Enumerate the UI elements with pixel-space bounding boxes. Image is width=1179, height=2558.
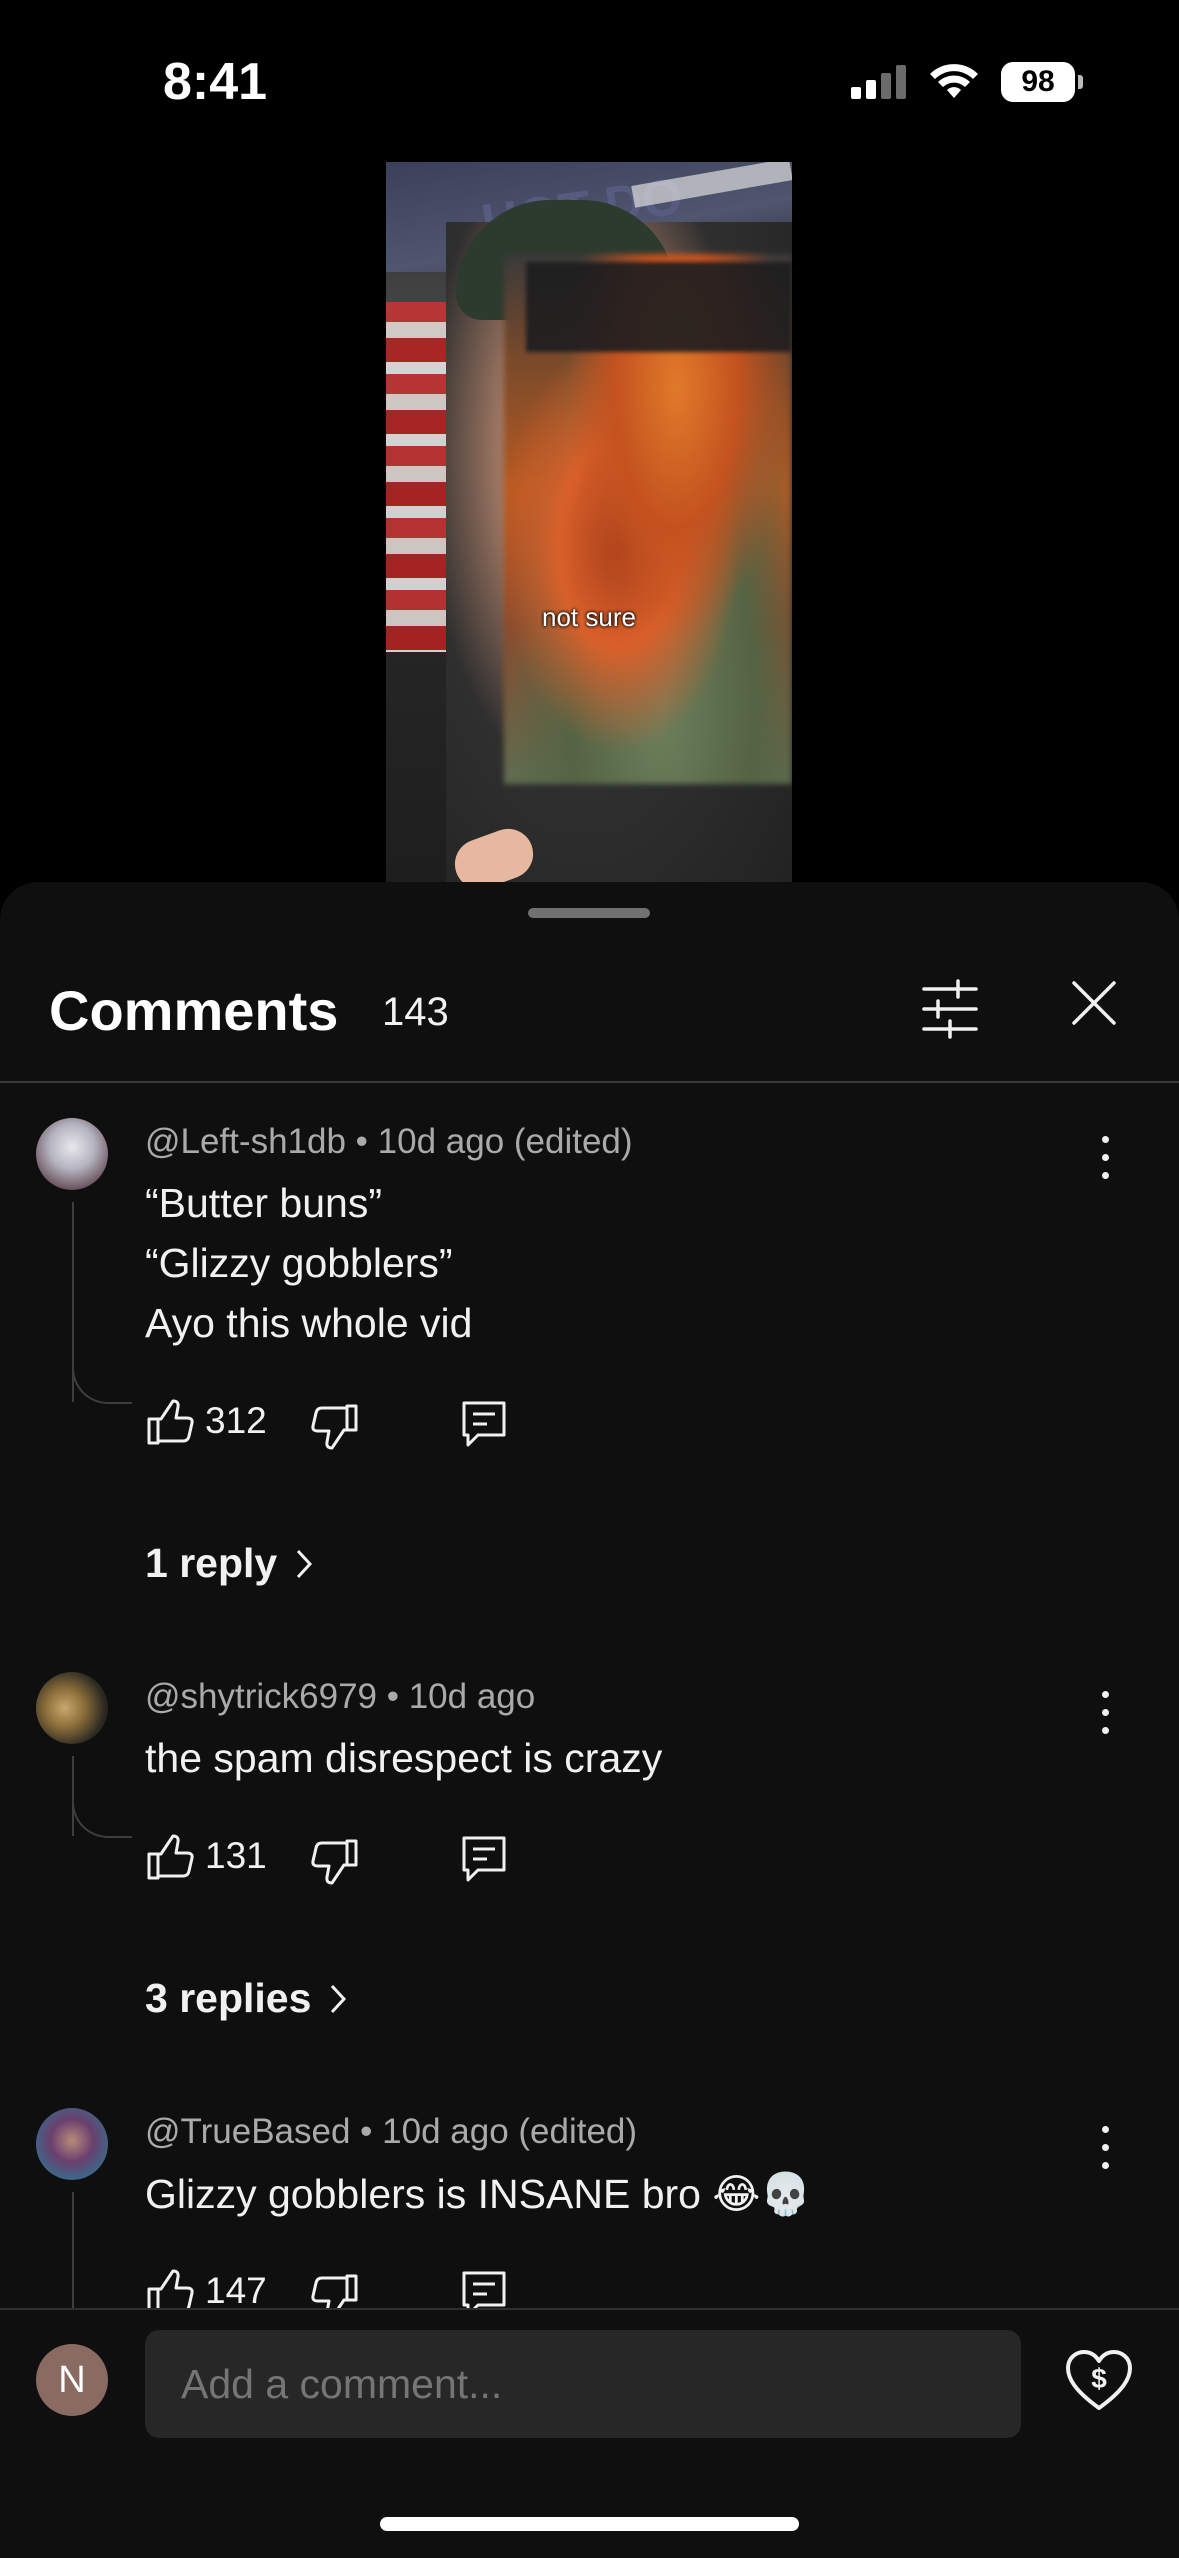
status-icons: 98 (851, 62, 1083, 102)
meta-separator: • (350, 2112, 383, 2151)
thanks-icon[interactable]: $ (1064, 2348, 1134, 2414)
signal-icon (851, 65, 906, 99)
comment-meta: @shytrick6979 • 10d ago (145, 1677, 535, 1717)
reply-icon[interactable] (460, 1399, 510, 1449)
replies-label: 3 replies (145, 1975, 312, 2021)
user-avatar[interactable]: N (36, 2344, 108, 2416)
comment-author[interactable]: @TrueBased (145, 2112, 350, 2151)
more-icon[interactable] (1092, 2120, 1118, 2174)
comment-text-line: Ayo this whole vid (145, 1300, 473, 1346)
thread-line (72, 2192, 74, 2312)
svg-text:$: $ (1091, 2363, 1107, 2394)
dislike-icon[interactable] (310, 1402, 360, 1452)
comment-text-line: Glizzy gobblers is INSANE bro 😂💀 (145, 2171, 812, 2217)
close-icon[interactable] (1070, 979, 1118, 1027)
header-divider (0, 1081, 1179, 1083)
chevron-right-icon (331, 1984, 347, 2013)
comment-author[interactable]: @Left-sh1db (145, 1122, 346, 1161)
comment-time: 10d ago (edited) (377, 1122, 633, 1161)
replies-link[interactable]: 3 replies (145, 1975, 347, 2022)
avatar[interactable] (36, 1118, 108, 1190)
battery-icon: 98 (1001, 62, 1083, 102)
avatar[interactable] (36, 1672, 108, 1744)
video-player[interactable]: HOT DO not sure (386, 162, 792, 884)
comment-meta: @TrueBased • 10d ago (edited) (145, 2112, 637, 2152)
like-icon[interactable] (145, 1397, 195, 1447)
more-icon[interactable] (1092, 1130, 1118, 1184)
comments-title: Comments (49, 979, 339, 1042)
thread-curve (72, 1362, 132, 1404)
like-count: 312 (205, 1400, 267, 1441)
comment-text-line: “Glizzy gobblers” (145, 1240, 453, 1286)
like-count: 131 (205, 1835, 267, 1876)
meta-separator: • (345, 1122, 378, 1161)
avatar[interactable] (36, 2108, 108, 2180)
home-indicator[interactable] (380, 2517, 799, 2531)
comment-meta: @Left-sh1db • 10d ago (edited) (145, 1122, 633, 1162)
comment-time: 10d ago (408, 1677, 536, 1716)
chevron-right-icon (297, 1549, 313, 1578)
comment-author[interactable]: @shytrick6979 (145, 1677, 377, 1716)
reply-icon[interactable] (460, 1834, 510, 1884)
like-count: 147 (205, 2270, 267, 2311)
comments-count: 143 (382, 990, 449, 1034)
replies-label: 1 reply (145, 1540, 278, 1586)
comments-sheet: Comments 143 @Left-sh1db • 10d ago (edit… (0, 882, 1179, 2556)
like-icon[interactable] (145, 1832, 195, 1882)
drag-handle[interactable] (528, 908, 650, 918)
meta-separator: • (377, 1677, 409, 1716)
thread-curve (72, 1796, 132, 1838)
battery-level: 98 (1021, 65, 1055, 98)
comment-text-line: the spam disrespect is crazy (145, 1735, 663, 1781)
comment-text-line: “Butter buns” (145, 1180, 382, 1226)
video-caption: not sure (542, 602, 636, 632)
filter-icon[interactable] (920, 979, 980, 1039)
comment-input[interactable] (145, 2330, 1021, 2438)
comment-time: 10d ago (edited) (382, 2112, 638, 2151)
more-icon[interactable] (1092, 1685, 1118, 1739)
wifi-icon (930, 64, 978, 98)
replies-link[interactable]: 1 reply (145, 1540, 313, 1587)
dislike-icon[interactable] (310, 1837, 360, 1887)
video-package-top (526, 262, 792, 352)
status-time: 8:41 (163, 53, 268, 111)
